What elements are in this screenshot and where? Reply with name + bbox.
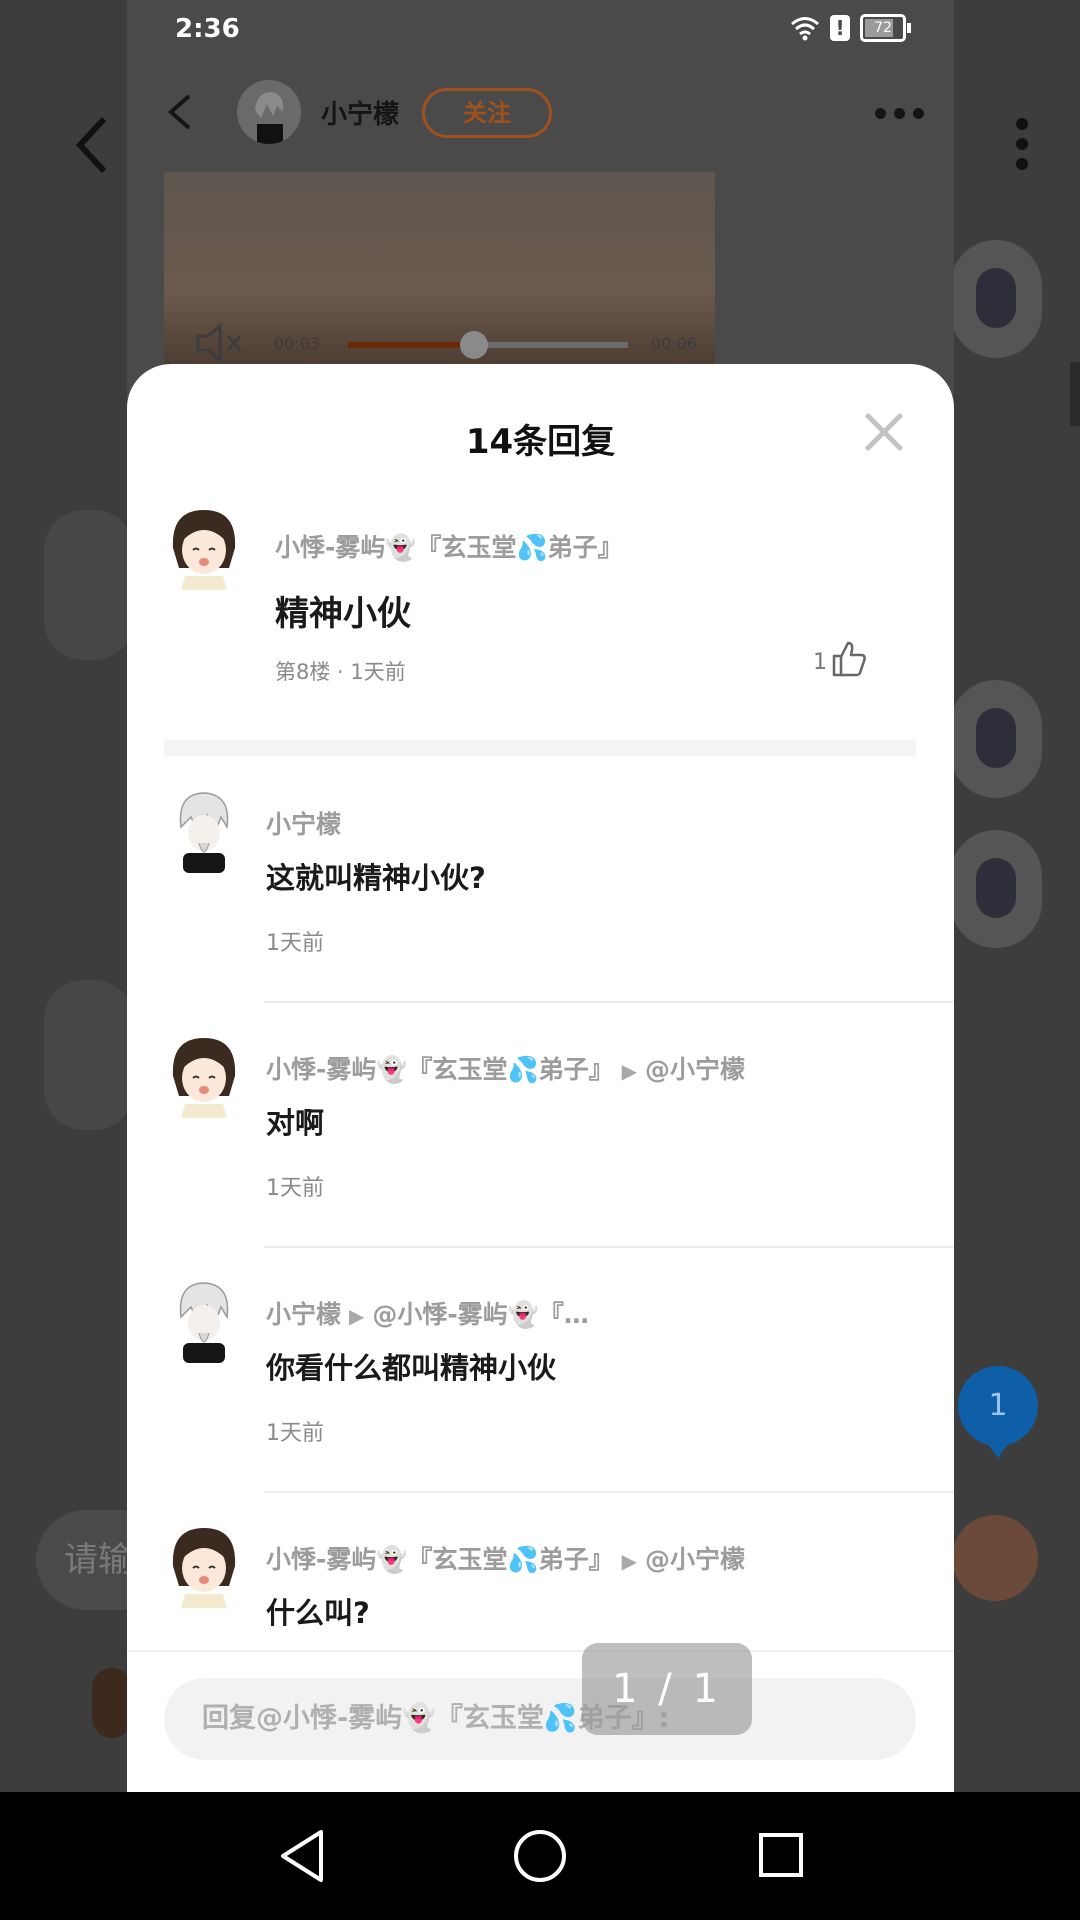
commenter-avatar[interactable] xyxy=(167,504,241,590)
reply-text: 什么叫? xyxy=(266,1596,370,1630)
background-back-icon xyxy=(75,116,107,174)
mute-icon[interactable] xyxy=(194,322,244,364)
video-duration: 00:06 xyxy=(650,334,697,353)
reply-item[interactable]: 小宁檬 ▶ @小悸-雾屿👻『… 你看什么都叫精神小伙 1天前 xyxy=(127,1282,954,1540)
reply-author[interactable]: 小宁檬 xyxy=(266,1300,341,1329)
reply-input[interactable]: 回复@小悸-雾屿👻『玄玉堂💦弟子』: xyxy=(164,1678,916,1760)
reply-avatar[interactable] xyxy=(167,1277,241,1363)
reply-target[interactable]: @小宁檬 xyxy=(645,1545,745,1574)
reply-target[interactable]: @小悸-雾屿👻『… xyxy=(372,1300,589,1329)
reply-divider xyxy=(264,1001,954,1003)
battery-icon: 72 xyxy=(860,14,911,42)
home-circle-icon[interactable] xyxy=(513,1829,567,1883)
reply-author[interactable]: 小宁檬 xyxy=(266,810,341,839)
reply-arrow-icon: ▶ xyxy=(349,1304,365,1328)
recents-square-icon[interactable] xyxy=(758,1832,804,1878)
background-avatar xyxy=(44,510,134,660)
reply-divider xyxy=(264,1491,954,1493)
reply-avatar[interactable] xyxy=(167,1032,241,1118)
reply-item[interactable]: 小悸-雾屿👻『玄玉堂💦弟子』 ▶ @小宁檬对啊 1天前 xyxy=(127,1038,954,1295)
reply-nickname[interactable]: 小悸-雾屿👻『玄玉堂💦弟子』 ▶ @小宁檬 xyxy=(266,1540,745,1576)
reply-avatar[interactable] xyxy=(167,787,241,873)
sheet-title: 14条回复 xyxy=(465,422,616,462)
status-time: 2:36 xyxy=(175,14,240,44)
background-sticker-icon xyxy=(92,1668,132,1738)
reply-bar: 回复@小悸-雾屿👻『玄玉堂💦弟子』: xyxy=(127,1650,954,1792)
status-bar: 2:36 ! 72 xyxy=(127,0,954,60)
reply-text: 这就叫精神小伙? xyxy=(266,861,486,895)
reply-divider xyxy=(264,1246,954,1248)
post-viewer: 2:36 ! 72 小宁檬 关注 00:03 00:06 14条回复 小悸-雾屿… xyxy=(127,0,954,1792)
follow-button[interactable]: 关注 xyxy=(422,88,552,138)
like-count: 1 xyxy=(813,650,827,675)
video-player[interactable]: 00:03 00:06 xyxy=(164,172,715,372)
post-header: 小宁檬 关注 xyxy=(127,80,954,144)
background-scrollbar xyxy=(1070,362,1080,426)
reply-item[interactable]: 小宁檬这就叫精神小伙? 1天前 xyxy=(127,792,954,1050)
system-nav-bar xyxy=(0,1792,1080,1920)
background-avatar xyxy=(950,830,1042,948)
comment-text: 精神小伙 xyxy=(275,594,411,634)
section-divider xyxy=(164,740,916,756)
reply-text: 对啊 xyxy=(266,1106,325,1140)
background-notification-badge: 1 xyxy=(958,1366,1038,1458)
video-seekbar[interactable] xyxy=(348,331,628,359)
reply-arrow-icon: ▶ xyxy=(621,1059,638,1083)
reply-nickname[interactable]: 小悸-雾屿👻『玄玉堂💦弟子』 ▶ @小宁檬 xyxy=(266,1050,745,1086)
reply-author[interactable]: 小悸-雾屿👻『玄玉堂💦弟子』 xyxy=(266,1055,614,1084)
alert-icon: ! xyxy=(830,15,850,41)
author-avatar[interactable] xyxy=(237,80,301,144)
reply-nickname[interactable]: 小宁檬 ▶ @小悸-雾屿👻『… xyxy=(266,1295,589,1331)
reply-target[interactable]: @小宁檬 xyxy=(645,1055,745,1084)
thumbs-up-icon[interactable] xyxy=(831,640,867,678)
screen: 1 请输 2:36 ! 72 小宁檬 关注 00:03 00:06 14条回复 … xyxy=(0,0,1080,1920)
close-icon[interactable] xyxy=(864,412,904,452)
reply-author[interactable]: 小悸-雾屿👻『玄玉堂💦弟子』 xyxy=(266,1545,614,1574)
reply-time: 1天前 xyxy=(266,1421,324,1446)
back-icon[interactable] xyxy=(165,92,195,132)
reply-text: 你看什么都叫精神小伙 xyxy=(266,1351,557,1385)
reply-avatar[interactable] xyxy=(167,1522,241,1608)
video-seek-handle[interactable] xyxy=(460,331,488,359)
background-avatar xyxy=(44,980,134,1130)
comment-meta: 第8楼 · 1天前 xyxy=(275,660,406,684)
video-current-time: 00:03 xyxy=(274,334,321,353)
replies-sheet: 14条回复 小悸-雾屿👻『玄玉堂💦弟子』 精神小伙 第8楼 · 1天前 1 小宁… xyxy=(127,364,954,1792)
reply-time: 1天前 xyxy=(266,1176,324,1201)
video-progress-fill xyxy=(348,342,474,348)
background-avatar xyxy=(950,680,1042,798)
status-icons: ! 72 xyxy=(790,14,911,42)
more-icon[interactable] xyxy=(875,108,924,119)
background-more-icon xyxy=(1014,118,1030,174)
wifi-icon xyxy=(791,17,819,41)
page-indicator: 1 / 1 xyxy=(582,1643,752,1735)
reply-time: 1天前 xyxy=(266,931,324,956)
background-send-button xyxy=(952,1515,1038,1601)
reply-arrow-icon: ▶ xyxy=(621,1549,638,1573)
reply-nickname[interactable]: 小宁檬 xyxy=(266,805,341,841)
commenter-nickname[interactable]: 小悸-雾屿👻『玄玉堂💦弟子』 xyxy=(275,528,623,564)
author-name[interactable]: 小宁檬 xyxy=(321,94,399,131)
back-triangle-icon[interactable] xyxy=(277,1828,327,1884)
background-avatar xyxy=(950,240,1042,358)
